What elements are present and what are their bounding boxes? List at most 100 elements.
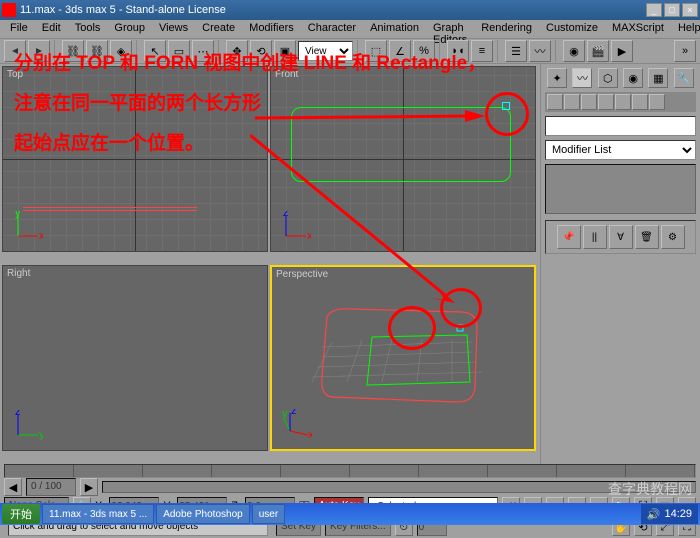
- render-scene-button[interactable]: 🎬: [587, 40, 609, 62]
- svg-text:y: y: [15, 211, 21, 219]
- menu-edit[interactable]: Edit: [36, 20, 67, 38]
- menu-help[interactable]: Help: [672, 20, 700, 38]
- maximize-button[interactable]: □: [664, 3, 680, 17]
- tab-modify[interactable]: 〰: [572, 68, 592, 88]
- tab-hierarchy[interactable]: ⬡: [598, 68, 618, 88]
- axis-gizmo-icon: x y: [13, 211, 43, 241]
- start-button[interactable]: 开始: [2, 504, 40, 524]
- timeline-prev-button[interactable]: ◀: [4, 478, 22, 496]
- viewport-perspective-label: Perspective: [276, 269, 328, 280]
- menubar: File Edit Tools Group Views Create Modif…: [0, 20, 700, 38]
- timeline[interactable]: [4, 464, 696, 478]
- viewport-right[interactable]: Right y z: [2, 265, 268, 451]
- show-result-button[interactable]: ||: [583, 225, 607, 249]
- percent-snap-button[interactable]: %: [413, 40, 435, 62]
- menu-create[interactable]: Create: [196, 20, 241, 38]
- make-unique-button[interactable]: ∀: [609, 225, 633, 249]
- menu-group[interactable]: Group: [108, 20, 151, 38]
- subtab-7[interactable]: [649, 94, 665, 110]
- subtab-6[interactable]: [632, 94, 648, 110]
- object-type-tabs: [545, 92, 696, 112]
- menu-file[interactable]: File: [4, 20, 34, 38]
- menu-customize[interactable]: Customize: [540, 20, 604, 38]
- vertex-marker: [502, 102, 510, 110]
- mirror-button[interactable]: ◗◖: [447, 40, 469, 62]
- menu-character[interactable]: Character: [302, 20, 362, 38]
- scale-button[interactable]: ▣: [274, 40, 296, 62]
- subtab-2[interactable]: [564, 94, 580, 110]
- main-area: Top x y Front x z: [0, 64, 700, 464]
- svg-text:y: y: [282, 409, 288, 420]
- select-name-button[interactable]: ⋯: [192, 40, 214, 62]
- minimize-button[interactable]: _: [646, 3, 662, 17]
- reference-dropdown[interactable]: View: [298, 41, 353, 61]
- windows-taskbar: 开始 11.max - 3ds max 5 ... Adobe Photosho…: [0, 503, 700, 525]
- subtab-5[interactable]: [615, 94, 631, 110]
- tab-create[interactable]: ✦: [547, 68, 567, 88]
- unlink-button[interactable]: ⛓: [86, 40, 108, 62]
- menu-views[interactable]: Views: [153, 20, 194, 38]
- clock: 14:29: [664, 508, 692, 520]
- undo-button[interactable]: [4, 40, 26, 62]
- timeline-scrollbar[interactable]: [102, 481, 696, 493]
- command-tabs: ✦ 〰 ⬡ ◉ ▦ 🔧: [545, 68, 696, 88]
- tab-utilities[interactable]: 🔧: [674, 68, 694, 88]
- taskbar-item-3dsmax[interactable]: 11.max - 3ds max 5 ...: [42, 504, 154, 524]
- layer-button[interactable]: ☰: [505, 40, 527, 62]
- axis-gizmo-icon: x y z: [282, 409, 312, 439]
- watermark: 查字典教程网: [608, 479, 692, 499]
- taskbar-item-user[interactable]: user: [252, 504, 285, 524]
- subtab-1[interactable]: [547, 94, 563, 110]
- close-button[interactable]: ×: [682, 3, 698, 17]
- quick-render-button[interactable]: ▶: [611, 40, 633, 62]
- menu-tools[interactable]: Tools: [69, 20, 107, 38]
- menu-rendering[interactable]: Rendering: [475, 20, 538, 38]
- drawn-line: [23, 207, 197, 211]
- menu-animation[interactable]: Animation: [364, 20, 425, 38]
- modifier-list-dropdown[interactable]: Modifier List: [545, 140, 696, 160]
- axis-gizmo-icon: y z: [13, 410, 43, 440]
- menu-grapheditors[interactable]: Graph Editors: [427, 20, 473, 38]
- bind-button[interactable]: ◈: [110, 40, 132, 62]
- viewports-container: Top x y Front x z: [0, 64, 540, 464]
- menu-maxscript[interactable]: MAXScript: [606, 20, 670, 38]
- stack-buttons: 📌 || ∀ 🗑 ⚙: [545, 220, 696, 254]
- redo-icon: [32, 44, 46, 58]
- timeline-next-button[interactable]: ▶: [80, 478, 98, 496]
- configure-button[interactable]: ⚙: [661, 225, 685, 249]
- select-rect-button[interactable]: ▭: [168, 40, 190, 62]
- modifier-stack[interactable]: [545, 164, 696, 214]
- material-button[interactable]: ◉: [563, 40, 585, 62]
- main-toolbar: ⛓ ⛓ ◈ ↖ ▭ ⋯ ✥ ⟲ ▣ View ⬚ ∠ % ◗◖ ≡ ☰ 〰 ◉ …: [0, 38, 700, 64]
- subtab-3[interactable]: [581, 94, 597, 110]
- remove-modifier-button[interactable]: 🗑: [635, 225, 659, 249]
- viewport-front[interactable]: Front x z: [270, 66, 536, 252]
- link-button[interactable]: ⛓: [62, 40, 84, 62]
- command-panel: ✦ 〰 ⬡ ◉ ▦ 🔧 Modifier List 📌 || ∀ 🗑 ⚙: [540, 64, 700, 464]
- tab-display[interactable]: ▦: [648, 68, 668, 88]
- curve-editor-button[interactable]: 〰: [529, 40, 551, 62]
- pin-stack-button[interactable]: 📌: [557, 225, 581, 249]
- taskbar-item-photoshop[interactable]: Adobe Photoshop: [156, 504, 250, 524]
- object-name-input[interactable]: [545, 116, 696, 136]
- svg-text:y: y: [39, 429, 43, 440]
- viewport-top[interactable]: Top x y: [2, 66, 268, 252]
- rotate-button[interactable]: ⟲: [250, 40, 272, 62]
- titlebar-text: 11.max - 3ds max 5 - Stand-alone License: [20, 4, 226, 16]
- subtab-4[interactable]: [598, 94, 614, 110]
- redo-button[interactable]: [28, 40, 50, 62]
- snap-button[interactable]: ⬚: [365, 40, 387, 62]
- svg-text:x: x: [308, 429, 312, 439]
- titlebar: 11.max - 3ds max 5 - Stand-alone License…: [0, 0, 700, 20]
- select-button[interactable]: ↖: [144, 40, 166, 62]
- angle-snap-button[interactable]: ∠: [389, 40, 411, 62]
- app-icon: [2, 3, 16, 17]
- tray-icon: 🔊: [647, 508, 661, 521]
- align-button[interactable]: ≡: [471, 40, 493, 62]
- tab-motion[interactable]: ◉: [623, 68, 643, 88]
- menu-modifiers[interactable]: Modifiers: [243, 20, 300, 38]
- viewport-perspective[interactable]: Perspective: [270, 265, 536, 451]
- toolbar-more-button[interactable]: »: [674, 40, 696, 62]
- move-button[interactable]: ✥: [226, 40, 248, 62]
- system-tray[interactable]: 🔊 14:29: [641, 504, 698, 524]
